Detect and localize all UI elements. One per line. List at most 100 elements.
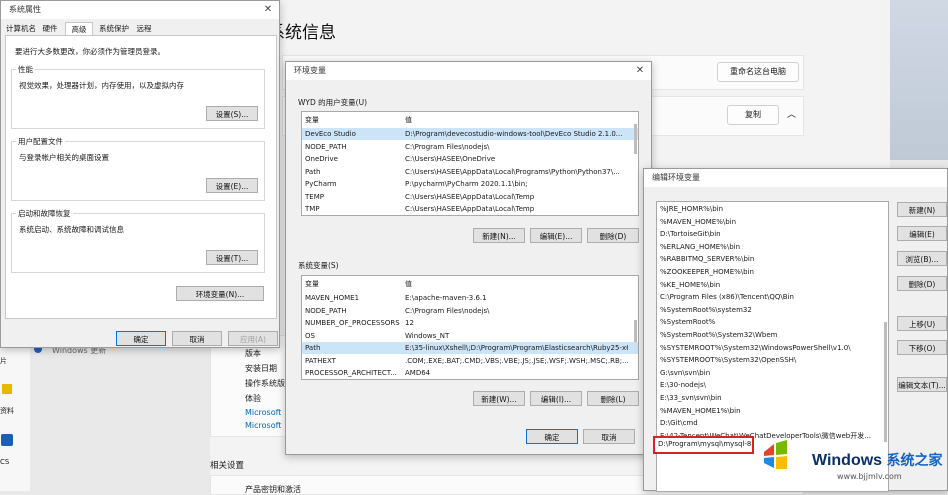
var-value: C:\Users\HASEE\OneDrive: [405, 155, 496, 163]
table-row[interactable]: NODE_PATH C:\Program Files\nodejs\: [302, 141, 638, 153]
system-vars-list[interactable]: 变量 值 MAVEN_HOME1 E:\apache-maven-3.6.1 NO…: [301, 275, 639, 380]
edit-entry-button[interactable]: 编辑(E): [897, 226, 947, 241]
list-item[interactable]: D:\TortoiseGit\bin: [660, 228, 878, 241]
sysprop-apply-button[interactable]: 应用(A): [228, 331, 278, 346]
spec-experience-label: 体验: [245, 394, 261, 403]
table-row[interactable]: OS Windows_NT: [302, 330, 638, 342]
envvars-titlebar: 环境变量: [286, 62, 651, 80]
move-down-button[interactable]: 下移(O): [897, 340, 947, 355]
system-vars-scrollbar[interactable]: [634, 320, 637, 342]
right-desktop-strip: [890, 0, 948, 160]
table-row[interactable]: DevEco Studio D:\Program\devecostudio-win…: [302, 128, 638, 140]
list-item[interactable]: %KE_HOME%\bin: [660, 279, 878, 292]
environment-variables-button[interactable]: 环境变量(N)...: [176, 286, 264, 301]
startup-recovery-settings-button[interactable]: 设置(T)...: [206, 250, 258, 265]
sysprop-cancel-button[interactable]: 取消: [172, 331, 222, 346]
list-item[interactable]: %RABBITMQ_SERVER%\bin: [660, 253, 878, 266]
user-edit-button[interactable]: 编辑(E)...: [530, 228, 582, 243]
user-new-button[interactable]: 新建(N)...: [473, 228, 525, 243]
tab-computer-name[interactable]: 计算机名: [5, 22, 37, 35]
list-item[interactable]: C:\Program Files (x86)\Tencent\QQ\Bin: [660, 291, 878, 304]
list-item[interactable]: D:\Git\cmd: [660, 417, 878, 430]
system-vars-label: 系统变量(S): [298, 261, 339, 270]
user-profile-settings-button[interactable]: 设置(E)...: [206, 178, 258, 193]
list-item[interactable]: %SYSTEMROOT%\System32\OpenSSH\: [660, 354, 878, 367]
table-row[interactable]: TMP C:\Users\HASEE\AppData\Local\Temp: [302, 203, 638, 215]
user-delete-button[interactable]: 删除(D): [587, 228, 639, 243]
var-name: Path: [305, 167, 321, 176]
table-row[interactable]: NODE_PATH C:\Program Files\nodejs\: [302, 305, 638, 317]
list-item[interactable]: %SYSTEMROOT%\System32\WindowsPowerShell\…: [660, 342, 878, 355]
system-vars-header: 变量 值: [302, 278, 638, 290]
var-value: C:\Users\HASEE\AppData\Local\Temp: [405, 192, 535, 201]
var-name: NODE_PATH: [305, 142, 347, 151]
left-fragment-3: CS: [0, 458, 10, 466]
sysprop-ok-button[interactable]: 确定: [116, 331, 166, 346]
user-profile-label: 用户配置文件: [16, 136, 65, 147]
list-item[interactable]: %MAVEN_HOME1%\bin: [660, 405, 878, 418]
col-variable: 变量: [305, 280, 319, 288]
table-row[interactable]: PATHEXT .COM;.EXE;.BAT;.CMD;.VBS;.VBE;.JS…: [302, 355, 638, 367]
tab-advanced[interactable]: 高级: [65, 22, 93, 36]
table-row[interactable]: PyCharm P:\pycharm\PyCharm 2020.1.1\bin;: [302, 178, 638, 190]
list-item[interactable]: %ERLANG_HOME%\bin: [660, 241, 878, 254]
rename-pc-button[interactable]: 重命名这台电脑: [717, 62, 799, 82]
editenv-titlebar: 编辑环境变量: [644, 169, 947, 187]
microsoft-link-2[interactable]: Microsoft: [245, 421, 281, 430]
table-row[interactable]: TEMP C:\Users\HASEE\AppData\Local\Temp: [302, 191, 638, 203]
new-entry-button[interactable]: 新建(N): [897, 202, 947, 217]
table-row[interactable]: NUMBER_OF_PROCESSORS 12: [302, 317, 638, 329]
table-row[interactable]: OneDrive C:\Users\HASEE\OneDrive: [302, 153, 638, 165]
list-item[interactable]: %SystemRoot%\system32: [660, 304, 878, 317]
editing-path-input[interactable]: D:\Program\mysql\mysql-8: [658, 440, 751, 448]
system-edit-button[interactable]: 编辑(I)...: [530, 391, 582, 406]
related-settings-heading: 相关设置: [210, 461, 245, 471]
chevron-up-icon[interactable]: ︿: [787, 107, 796, 120]
copy-button[interactable]: 复制: [727, 105, 779, 125]
tab-hardware[interactable]: 硬件: [39, 22, 61, 35]
var-name: OS: [305, 331, 315, 340]
list-item[interactable]: E:\33_svn\svn\bin: [660, 392, 878, 405]
spec-version-label: 版本: [245, 349, 261, 358]
environment-variables-dialog: 环境变量 ✕ WYD 的用户变量(U) 变量 值 DevEco Studio D:…: [285, 61, 652, 455]
edit-text-button[interactable]: 编辑文本(T)...: [897, 377, 947, 392]
list-item[interactable]: G:\svn\svn\bin: [660, 367, 878, 380]
admin-note: 要进行大多数更改，你必须作为管理员登录。: [15, 47, 165, 56]
performance-settings-button[interactable]: 设置(S)...: [206, 106, 258, 121]
editenv-title: 编辑环境变量: [652, 173, 700, 182]
list-item[interactable]: %SystemRoot%\System32\Wbem: [660, 329, 878, 342]
system-new-button[interactable]: 新建(W)...: [473, 391, 525, 406]
left-app-icon-blue[interactable]: [1, 434, 13, 446]
microsoft-link-1[interactable]: Microsoft: [245, 408, 281, 417]
close-icon[interactable]: ✕: [261, 1, 275, 19]
tab-system-protection[interactable]: 系统保护: [97, 22, 131, 35]
list-item[interactable]: E:\30-nodejs\: [660, 379, 878, 392]
user-vars-label: WYD 的用户变量(U): [298, 98, 367, 107]
list-item[interactable]: %MAVEN_HOME%\bin: [660, 216, 878, 229]
table-row[interactable]: PROCESSOR_ARCHITECT... AMD64: [302, 367, 638, 379]
editing-path-entry[interactable]: D:\Program\mysql\mysql-8: [653, 436, 754, 454]
move-up-button[interactable]: 上移(U): [897, 316, 947, 331]
list-item[interactable]: %JRE_HOMR%\bin: [660, 203, 878, 216]
browse-button[interactable]: 浏览(B)...: [897, 251, 947, 266]
close-icon[interactable]: ✕: [633, 62, 647, 80]
path-list-scrollbar[interactable]: [884, 322, 887, 442]
envvars-ok-button[interactable]: 确定: [526, 429, 578, 444]
list-item[interactable]: %ZOOKEEPER_HOME%\bin: [660, 266, 878, 279]
table-row[interactable]: Path C:\Users\HASEE\AppData\Local\Program…: [302, 166, 638, 178]
envvars-cancel-button[interactable]: 取消: [583, 429, 635, 444]
var-value: C:\Program Files\nodejs\: [405, 306, 490, 315]
sysprop-title: 系统属性: [9, 5, 41, 14]
var-name: PyCharm: [305, 180, 337, 188]
table-row[interactable]: MAVEN_HOME1 E:\apache-maven-3.6.1: [302, 292, 638, 304]
var-name: TMP: [305, 205, 320, 213]
table-row[interactable]: Path E:\35-linux\Xshell\;D:\Program\Progr…: [302, 342, 638, 354]
var-value: E:\apache-maven-3.6.1: [405, 294, 487, 302]
left-app-icon-yellow[interactable]: [2, 384, 12, 394]
user-vars-list[interactable]: 变量 值 DevEco Studio D:\Program\devecostudi…: [301, 111, 639, 216]
system-delete-button[interactable]: 删除(L): [587, 391, 639, 406]
list-item[interactable]: %SystemRoot%: [660, 316, 878, 329]
tab-remote[interactable]: 远程: [134, 22, 154, 35]
delete-entry-button[interactable]: 删除(D): [897, 276, 947, 291]
user-vars-scrollbar[interactable]: [634, 124, 637, 154]
